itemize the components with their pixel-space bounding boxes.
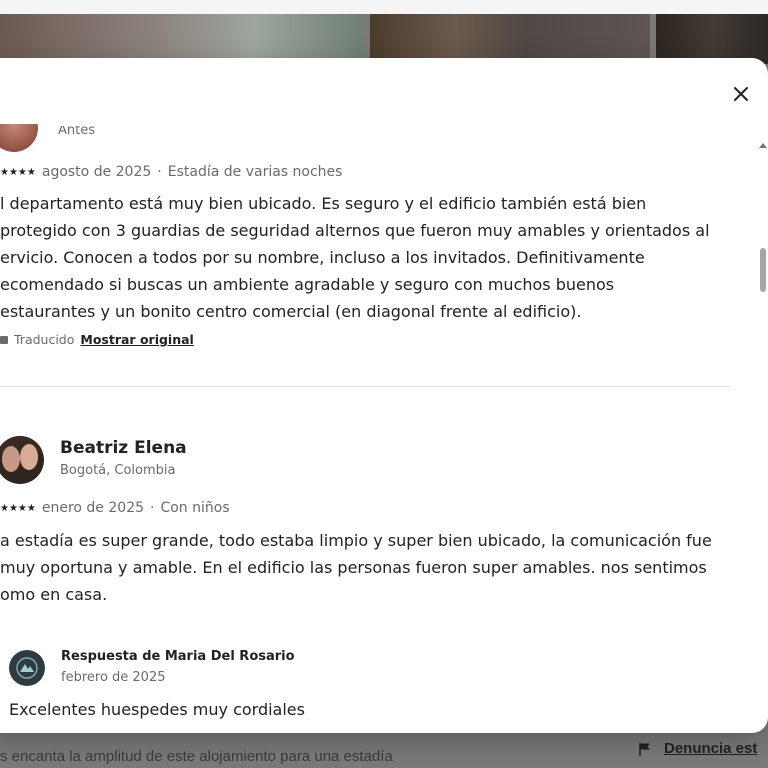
review-line: ervicio. Conocen a todos por su nombre, …	[0, 248, 645, 267]
star-rating: ★★★★	[0, 166, 36, 178]
review-line: estaurantes y un bonito centro comercial…	[0, 302, 582, 321]
listing-photo[interactable]	[0, 14, 364, 64]
response-date: febrero de 2025	[61, 670, 166, 685]
report-listing[interactable]: Denuncia est	[638, 740, 757, 757]
star-rating: ★★★★	[0, 502, 36, 514]
review-date: enero de 2025	[41, 500, 145, 516]
listing-photo[interactable]	[370, 14, 650, 64]
review-line: a estadía es super grande, todo estaba l…	[0, 531, 712, 550]
stay-type: Con niños	[160, 500, 230, 516]
top-strip	[0, 0, 768, 14]
close-button[interactable]	[725, 78, 757, 110]
review-line: omo en casa.	[0, 585, 108, 604]
avatar-face	[2, 446, 20, 472]
avatar[interactable]	[0, 124, 38, 152]
rating-line: ★★★★ enero de 2025 · Con niños	[0, 500, 230, 516]
scroll-up-icon[interactable]	[758, 140, 768, 150]
reviewer-name[interactable]: Beatriz Elena	[60, 438, 187, 458]
reviewer-location: Bogotá, Colombia	[60, 463, 176, 478]
close-icon	[734, 87, 748, 101]
reviews-modal: Antes ★★★★ agosto de 2025 · Estadía de v…	[0, 58, 768, 733]
listing-photo[interactable]	[656, 14, 768, 64]
show-original-link[interactable]: Mostrar original	[80, 332, 193, 347]
rating-line: ★★★★ agosto de 2025 · Estadía de varias …	[0, 164, 342, 180]
review-line: protegido con 3 guardias de seguridad al…	[0, 221, 710, 240]
review-body: a estadía es super grande, todo estaba l…	[0, 527, 720, 608]
background-review-snippet: s encanta la amplitud de este alojamient…	[0, 748, 393, 765]
translation-note: Traducido Mostrar original	[0, 332, 194, 347]
review-date: agosto de 2025	[41, 164, 152, 180]
response-title: Respuesta de Maria Del Rosario	[61, 649, 295, 664]
review-line: l departamento está muy bien ubicado. Es…	[0, 194, 647, 213]
avatar-face	[20, 444, 38, 470]
flag-icon	[639, 742, 650, 756]
avatar[interactable]	[0, 436, 44, 484]
review-line: ecomendado si buscas un ambiente agradab…	[0, 275, 615, 294]
reviews-list[interactable]: Antes ★★★★ agosto de 2025 · Estadía de v…	[0, 124, 730, 733]
scrollbar-thumb[interactable]	[760, 248, 766, 292]
stay-type: Estadía de varias noches	[167, 164, 343, 180]
host-logo-icon	[16, 657, 38, 679]
reviewer-location: Antes	[58, 126, 96, 134]
translate-icon	[0, 335, 8, 344]
divider	[0, 386, 730, 387]
separator-dot: ·	[150, 500, 155, 516]
response-text: Excelentes huespedes muy cordiales	[9, 700, 305, 719]
translated-label: Traducido	[14, 332, 75, 347]
host-avatar[interactable]	[9, 650, 45, 686]
review-body: l departamento está muy bien ubicado. Es…	[0, 190, 720, 325]
separator-dot: ·	[157, 164, 162, 180]
report-listing-link[interactable]: Denuncia est	[664, 740, 757, 757]
review-line: muy oportuna y amable. En el edificio la…	[0, 558, 707, 577]
